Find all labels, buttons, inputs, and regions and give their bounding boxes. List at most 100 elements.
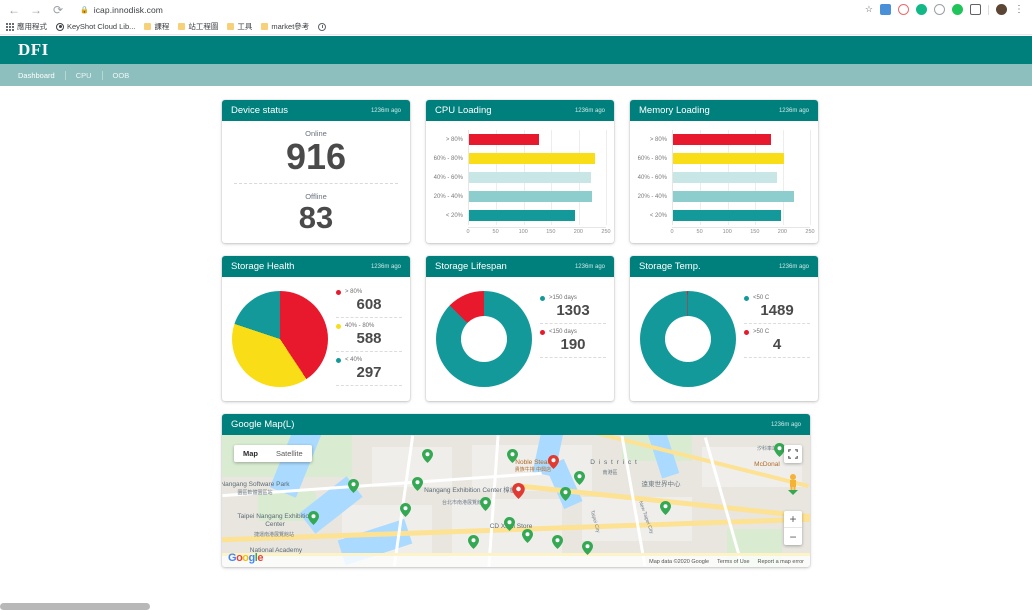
map-marker[interactable] bbox=[308, 511, 319, 526]
card-body: Online 916 Offline 83 bbox=[222, 121, 410, 243]
divider bbox=[234, 182, 398, 184]
map-marker[interactable] bbox=[522, 529, 533, 544]
legend-color-dot bbox=[540, 329, 545, 335]
bar bbox=[673, 153, 784, 164]
extension-icon-5[interactable] bbox=[952, 4, 963, 15]
fullscreen-icon[interactable] bbox=[784, 445, 802, 464]
memory-bar-chart: > 80% 60% - 80% 40% - 60% 20% - 40% < 20% 0 5… bbox=[630, 121, 818, 243]
toolbar-divider bbox=[988, 4, 989, 15]
map-marker[interactable] bbox=[412, 477, 423, 492]
bar bbox=[469, 153, 596, 164]
map-viewport[interactable]: Nangang Exhibition Center 台北市南港展覽館 Taipe… bbox=[222, 435, 810, 568]
legend-item: > 80% 608 bbox=[336, 289, 402, 319]
bookmark-item-3[interactable]: 站工程圖 bbox=[178, 21, 218, 32]
reload-icon[interactable]: ⟳ bbox=[50, 2, 66, 18]
map-button[interactable]: Map bbox=[234, 445, 267, 462]
avatar[interactable] bbox=[996, 4, 1007, 15]
nav-item-oob[interactable]: OOB bbox=[103, 71, 140, 80]
extension-icon-4[interactable] bbox=[934, 4, 945, 15]
bookmark-item-4[interactable]: 工具 bbox=[227, 21, 252, 32]
map-marker[interactable] bbox=[560, 487, 571, 502]
browser-toolbar: ← → ⟳ 🔒 icap.innodisk.com ☆ ⋮ bbox=[0, 0, 1032, 19]
extension-icon-6[interactable] bbox=[970, 4, 981, 15]
url-text: icap.innodisk.com bbox=[93, 4, 163, 15]
back-arrow-icon[interactable]: ← bbox=[6, 2, 22, 18]
map-marker[interactable] bbox=[582, 541, 593, 556]
bar-category-label: 20% - 40% bbox=[433, 193, 463, 200]
map-marker[interactable] bbox=[348, 479, 359, 494]
card-storage-health: Storage Health 1236m ago > 80% 608 40% -… bbox=[222, 256, 410, 402]
map-marker[interactable] bbox=[552, 535, 563, 550]
bar-row bbox=[469, 206, 606, 225]
map-zoom-controls[interactable]: + − bbox=[784, 511, 802, 546]
zoom-out-button[interactable]: − bbox=[784, 528, 802, 545]
browser-toolbar-icons: ☆ ⋮ bbox=[865, 4, 1026, 15]
card-cpu-loading: CPU Loading 1236m ago > 80% 60% - 80% 40% … bbox=[426, 100, 614, 244]
map-marker[interactable] bbox=[400, 503, 411, 518]
bookmark-label: market參考 bbox=[271, 22, 310, 31]
nav-item-cpu[interactable]: CPU bbox=[66, 71, 102, 80]
map-marker[interactable] bbox=[574, 471, 585, 486]
zoom-in-button[interactable]: + bbox=[784, 511, 802, 529]
bookmark-item-history[interactable] bbox=[318, 22, 327, 31]
map-marker[interactable] bbox=[504, 517, 515, 532]
legend-label: > 80% bbox=[345, 289, 363, 296]
folder-icon bbox=[227, 23, 235, 30]
horizontal-scrollbar[interactable] bbox=[0, 603, 150, 610]
map-marker-alert[interactable] bbox=[548, 455, 559, 470]
legend-item: 40% - 80% 588 bbox=[336, 323, 402, 353]
dashboard-row-3: Google Map(L) 1236m ago Nangang Exhibiti… bbox=[0, 414, 1032, 568]
map-marker-alert[interactable] bbox=[512, 483, 525, 500]
address-bar[interactable]: 🔒 icap.innodisk.com bbox=[72, 3, 859, 17]
extension-icon-1[interactable] bbox=[880, 4, 891, 15]
bookmark-star-icon[interactable]: ☆ bbox=[865, 5, 873, 14]
extension-icon-2[interactable] bbox=[898, 4, 909, 15]
bookmark-item-keyshot[interactable]: KeyShot Cloud Lib... bbox=[56, 22, 135, 31]
card-timestamp: 1236m ago bbox=[574, 263, 605, 270]
card-timestamp: 1236m ago bbox=[778, 107, 809, 114]
bar-row bbox=[469, 168, 606, 187]
bar-category-label: 60% - 80% bbox=[433, 155, 463, 162]
street-view-pegman-icon[interactable] bbox=[785, 473, 801, 500]
axis-tick-label: 100 bbox=[722, 229, 732, 235]
bookmark-item-5[interactable]: market參考 bbox=[261, 21, 309, 32]
online-value: 916 bbox=[285, 136, 347, 177]
bookmark-item-2[interactable]: 課程 bbox=[144, 21, 169, 32]
storage-health-pie bbox=[228, 287, 332, 391]
bar bbox=[469, 210, 576, 221]
card-body: > 80% 608 40% - 80% 588 < 40% 297 bbox=[222, 277, 410, 401]
map-attribution-bar: Map data ©2020 Google Terms of Use Repor… bbox=[222, 556, 810, 568]
map-label-taipei-nangang: Taipei Nangang Exhibition Center bbox=[237, 513, 313, 528]
map-marker[interactable] bbox=[507, 449, 518, 464]
map-label-taipei-nangang-cn: 捷運南港展覽館站 bbox=[253, 532, 294, 539]
satellite-button[interactable]: Satellite bbox=[267, 445, 312, 462]
card-title: CPU Loading bbox=[435, 105, 492, 116]
dashboard-row-2: Storage Health 1236m ago > 80% 608 40% -… bbox=[0, 256, 1032, 402]
bar-row bbox=[673, 130, 810, 149]
map-type-switcher[interactable]: Map Satellite bbox=[234, 445, 312, 463]
storage-temp-legend: <50 C 1489 >50 C 4 bbox=[744, 287, 810, 391]
map-marker[interactable] bbox=[422, 449, 433, 464]
bar-row bbox=[469, 187, 606, 206]
dashboard-grid: Device status 1236m ago Online 916 Offli… bbox=[0, 86, 1032, 568]
map-marker[interactable] bbox=[660, 501, 671, 516]
three-dot-menu-icon[interactable]: ⋮ bbox=[1014, 4, 1024, 15]
terms-of-use-link[interactable]: Terms of Use bbox=[717, 559, 749, 565]
brand-logo: DFI bbox=[18, 40, 49, 59]
map-marker[interactable] bbox=[480, 497, 491, 512]
app-navigation: Dashboard CPU OOB bbox=[0, 64, 1032, 86]
bookmark-label: KeyShot Cloud Lib... bbox=[67, 22, 136, 31]
extension-icon-3[interactable] bbox=[916, 4, 927, 15]
bar-category-label: > 80% bbox=[649, 136, 667, 143]
bar-row bbox=[469, 149, 606, 168]
card-timestamp: 1236m ago bbox=[370, 263, 401, 270]
nav-item-dashboard[interactable]: Dashboard bbox=[18, 71, 65, 80]
card-title: Google Map(L) bbox=[231, 419, 295, 431]
legend-value: 1303 bbox=[556, 302, 590, 320]
report-map-error-link[interactable]: Report a map error bbox=[758, 559, 804, 565]
axis-tick-label: 0 bbox=[466, 229, 470, 235]
forward-arrow-icon[interactable]: → bbox=[28, 2, 44, 18]
legend-value: 297 bbox=[356, 364, 382, 382]
map-marker[interactable] bbox=[468, 535, 479, 550]
bookmark-item-apps[interactable]: 應用程式 bbox=[6, 21, 47, 32]
